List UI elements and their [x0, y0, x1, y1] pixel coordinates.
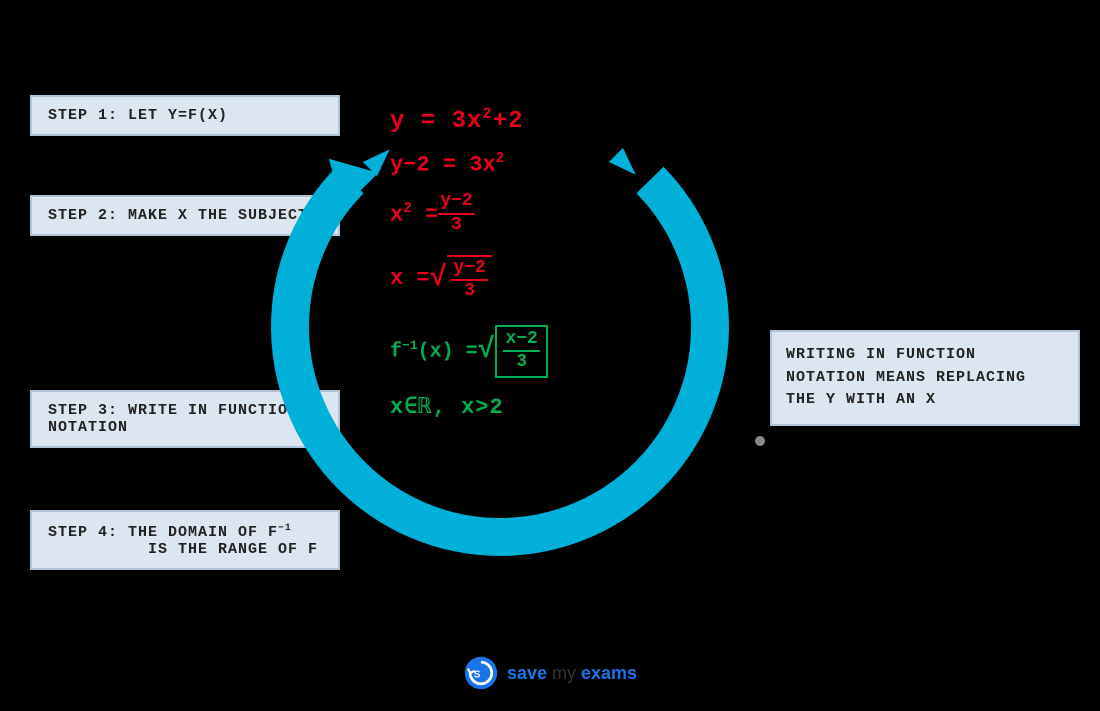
- brand-save: save: [507, 663, 547, 683]
- math-eq1: y = 3x2+2: [390, 105, 524, 135]
- math-eq4-prefix: x =: [390, 266, 430, 291]
- step1-label: STEP 1: LET y=f(x): [48, 107, 228, 124]
- math-fraction-3: x−2 3: [503, 329, 539, 374]
- svg-text:S: S: [474, 670, 481, 681]
- math-line-6: x∈ℝ, x>2: [390, 394, 548, 420]
- sqrt-content-2: x−2 3: [495, 325, 547, 378]
- math-eq5-prefix: f−1(x) =: [390, 338, 478, 364]
- frac1-num: y−2: [438, 191, 474, 215]
- math-fraction-2: y−2 3: [451, 258, 487, 303]
- math-line-3: x2 = y−2 3: [390, 191, 548, 236]
- dot-connector: [755, 436, 765, 446]
- brand-exams: exams: [581, 663, 637, 683]
- math-fraction-1: y−2 3: [438, 191, 474, 236]
- sqrt-box-2: √ x−2 3: [478, 325, 548, 378]
- frac2-num: y−2: [451, 258, 487, 282]
- frac3-num: x−2: [503, 329, 539, 353]
- math-line-2: y−2 = 3x2: [390, 151, 548, 177]
- math-eq2: y−2 = 3x2: [390, 151, 504, 177]
- math-expressions-area: y = 3x2+2 y−2 = 3x2 x2 = y−2 3 x = √ y−2…: [390, 90, 548, 430]
- math-eq3-prefix: x2 =: [390, 201, 438, 227]
- frac3-den: 3: [514, 352, 529, 374]
- brand-my: my: [547, 663, 581, 683]
- sqrt-box-1: √ y−2 3: [430, 255, 492, 303]
- math-line-1: y = 3x2+2: [390, 105, 548, 135]
- sqrt-symbol-1: √: [430, 265, 447, 293]
- brand-text: save my exams: [507, 663, 637, 684]
- sqrt-content-1: y−2 3: [447, 255, 491, 303]
- brand-area: S save my exams: [463, 655, 637, 691]
- frac1-den: 3: [449, 215, 464, 237]
- brand-logo-icon: S: [463, 655, 499, 691]
- math-line-5: f−1(x) = √ x−2 3: [390, 325, 548, 378]
- math-line-4: x = √ y−2 3: [390, 255, 548, 303]
- tooltip-box: WRITING IN FUNCTION NOTATION MEANS REPLA…: [770, 330, 1080, 426]
- frac2-den: 3: [462, 281, 477, 303]
- tooltip-text: WRITING IN FUNCTION NOTATION MEANS REPLA…: [786, 346, 1026, 408]
- math-eq6: x∈ℝ, x>2: [390, 394, 504, 420]
- sqrt-symbol-2: √: [478, 337, 495, 365]
- arrowhead-right: [609, 148, 643, 182]
- main-container: STEP 1: LET y=f(x) STEP 2: MAKE x THE SU…: [0, 0, 1100, 711]
